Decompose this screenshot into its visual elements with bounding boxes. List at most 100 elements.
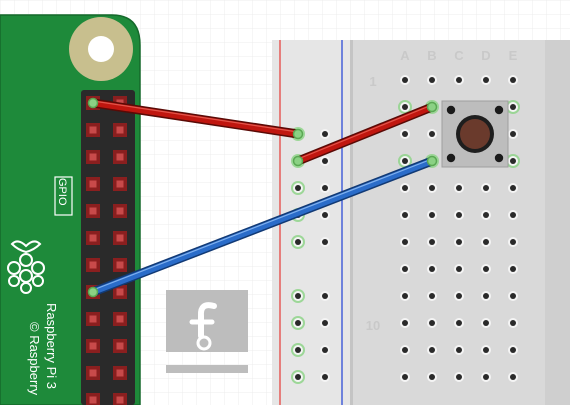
center-channel — [545, 40, 570, 405]
breadboard-hole — [427, 75, 437, 85]
row-label-10: 10 — [366, 318, 380, 333]
breadboard-hole — [400, 210, 410, 220]
pushbutton-pin — [494, 153, 504, 163]
breadboard-hole — [291, 370, 305, 384]
breadboard-hole — [454, 237, 464, 247]
breadboard-hole — [508, 237, 518, 247]
circuit-canvas: GPIO Raspberry Pi 3 © Raspberry A B C D … — [0, 0, 570, 405]
breadboard-hole — [481, 237, 491, 247]
gpio-pin — [113, 312, 127, 326]
pushbutton[interactable] — [441, 100, 509, 168]
gpio-label: GPIO — [56, 178, 68, 206]
breadboard-hole — [400, 318, 410, 328]
gpio-pin — [113, 231, 127, 245]
gpio-pin — [86, 312, 100, 326]
breadboard-hole — [400, 183, 410, 193]
breadboard-hole — [508, 183, 518, 193]
breadboard-hole — [291, 181, 305, 195]
breadboard-hole — [427, 129, 437, 139]
breadboard-hole — [481, 75, 491, 85]
breadboard-hole — [481, 372, 491, 382]
breadboard-hole — [400, 129, 410, 139]
breadboard-hole — [508, 264, 518, 274]
breadboard-hole — [454, 345, 464, 355]
mounting-hole — [88, 36, 114, 62]
breadboard-hole — [400, 264, 410, 274]
breadboard-hole — [400, 372, 410, 382]
gpio-pin — [113, 258, 127, 272]
breadboard-hole — [400, 345, 410, 355]
gpio-pin — [113, 204, 127, 218]
breadboard-hole — [454, 264, 464, 274]
raspberry-pi-board[interactable]: GPIO Raspberry Pi 3 © Raspberry — [0, 14, 141, 405]
gpio-pin — [113, 366, 127, 380]
breadboard-hole — [508, 372, 518, 382]
breadboard-hole — [320, 156, 330, 166]
gpio-pin — [86, 393, 100, 405]
gpio-header — [81, 90, 135, 405]
breadboard-hole — [454, 183, 464, 193]
pushbutton-pin — [446, 105, 456, 115]
gpio-pin — [86, 231, 100, 245]
breadboard-hole — [427, 291, 437, 301]
breadboard-hole — [291, 289, 305, 303]
breadboard-hole — [508, 345, 518, 355]
breadboard-hole — [427, 345, 437, 355]
breadboard[interactable]: A B C D E 1 10 — [272, 40, 570, 405]
breadboard-hole — [320, 129, 330, 139]
breadboard-hole — [320, 372, 330, 382]
breadboard-hole — [454, 210, 464, 220]
breadboard-hole — [508, 291, 518, 301]
breadboard-hole — [427, 372, 437, 382]
breadboard-hole — [508, 210, 518, 220]
breadboard-hole — [320, 183, 330, 193]
breadboard-hole — [400, 291, 410, 301]
breadboard-hole — [481, 345, 491, 355]
breadboard-hole — [481, 264, 491, 274]
gpio-pin — [113, 123, 127, 137]
column-label-d: D — [481, 48, 490, 63]
gpio-pin — [113, 177, 127, 191]
breadboard-hole — [454, 318, 464, 328]
gpio-pin — [86, 123, 100, 137]
gpio-pin — [113, 339, 127, 353]
gpio-pin — [86, 177, 100, 191]
breadboard-hole — [454, 75, 464, 85]
gpio-pin — [86, 204, 100, 218]
breadboard-hole — [481, 291, 491, 301]
gpio-pin — [113, 393, 127, 405]
breadboard-hole — [291, 343, 305, 357]
breadboard-hole — [427, 210, 437, 220]
breadboard-hole — [320, 291, 330, 301]
breadboard-hole — [320, 237, 330, 247]
breadboard-hole — [291, 235, 305, 249]
breadboard-hole — [481, 183, 491, 193]
pushbutton-pin — [494, 105, 504, 115]
gpio-pin — [86, 366, 100, 380]
breadboard-hole — [320, 345, 330, 355]
breadboard-hole — [508, 129, 518, 139]
breadboard-hole — [508, 75, 518, 85]
column-label-e: E — [509, 48, 518, 63]
breadboard-hole — [400, 75, 410, 85]
gpio-pin — [86, 150, 100, 164]
column-label-a: A — [400, 48, 410, 63]
column-label-b: B — [427, 48, 436, 63]
breadboard-hole — [508, 318, 518, 328]
breadboard-hole — [427, 264, 437, 274]
breadboard-hole — [427, 183, 437, 193]
board-copyright-text: © Raspberry — [27, 322, 42, 396]
breadboard-hole — [454, 291, 464, 301]
board-model-text: Raspberry Pi 3 — [44, 303, 59, 389]
gpio-pin — [113, 150, 127, 164]
row-label-1: 1 — [369, 74, 376, 89]
gpio-pin — [86, 339, 100, 353]
gpio-pin — [86, 258, 100, 272]
breadboard-hole — [400, 237, 410, 247]
breadboard-hole — [320, 318, 330, 328]
breadboard-hole — [427, 318, 437, 328]
breadboard-hole — [454, 372, 464, 382]
breadboard-hole — [320, 210, 330, 220]
breadboard-hole — [427, 237, 437, 247]
breadboard-hole — [481, 210, 491, 220]
